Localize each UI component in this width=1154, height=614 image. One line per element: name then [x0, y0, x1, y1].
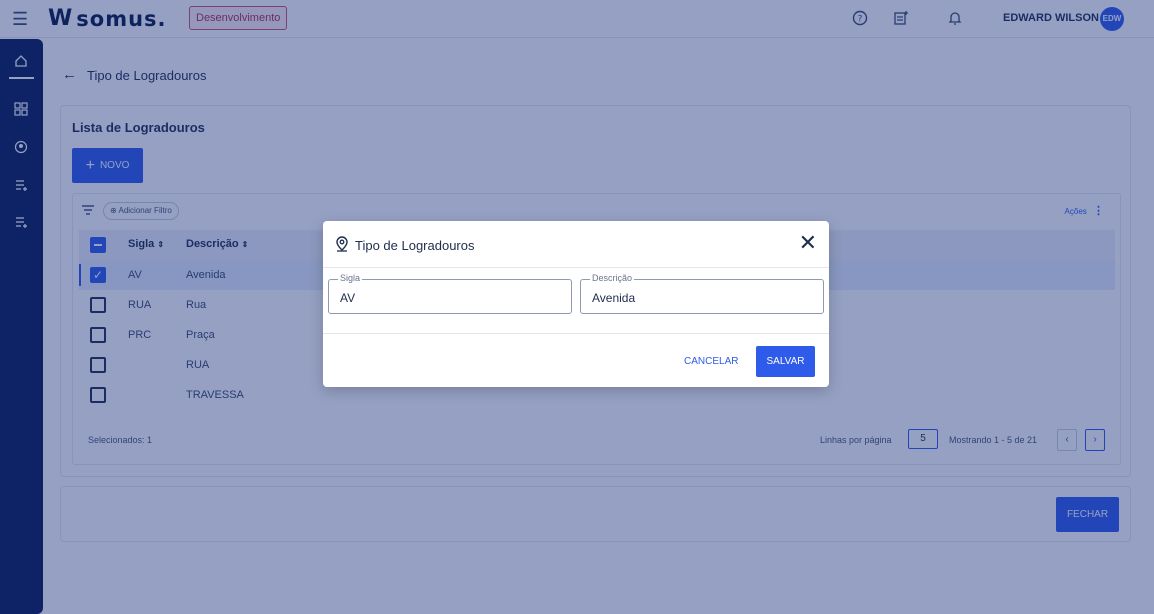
sigla-field[interactable]: Sigla AV [328, 273, 572, 314]
descricao-field[interactable]: Descrição Avenida [580, 273, 824, 314]
descricao-field-value: Avenida [592, 291, 636, 305]
location-pin-icon [335, 236, 349, 252]
modal-footer: CANCELAR SALVAR [323, 333, 829, 387]
sigla-field-label: Sigla [338, 273, 363, 283]
close-icon[interactable]: ✕ [799, 232, 817, 254]
cancel-button[interactable]: CANCELAR [684, 356, 738, 367]
modal-title: Tipo de Logradouros [355, 238, 475, 253]
modal-header: Tipo de Logradouros ✕ [323, 221, 829, 268]
save-button[interactable]: SALVAR [756, 346, 815, 377]
sigla-field-value: AV [340, 291, 356, 305]
descricao-field-label: Descrição [590, 273, 635, 283]
edit-modal: Tipo de Logradouros ✕ Sigla AV Descrição… [323, 221, 829, 387]
